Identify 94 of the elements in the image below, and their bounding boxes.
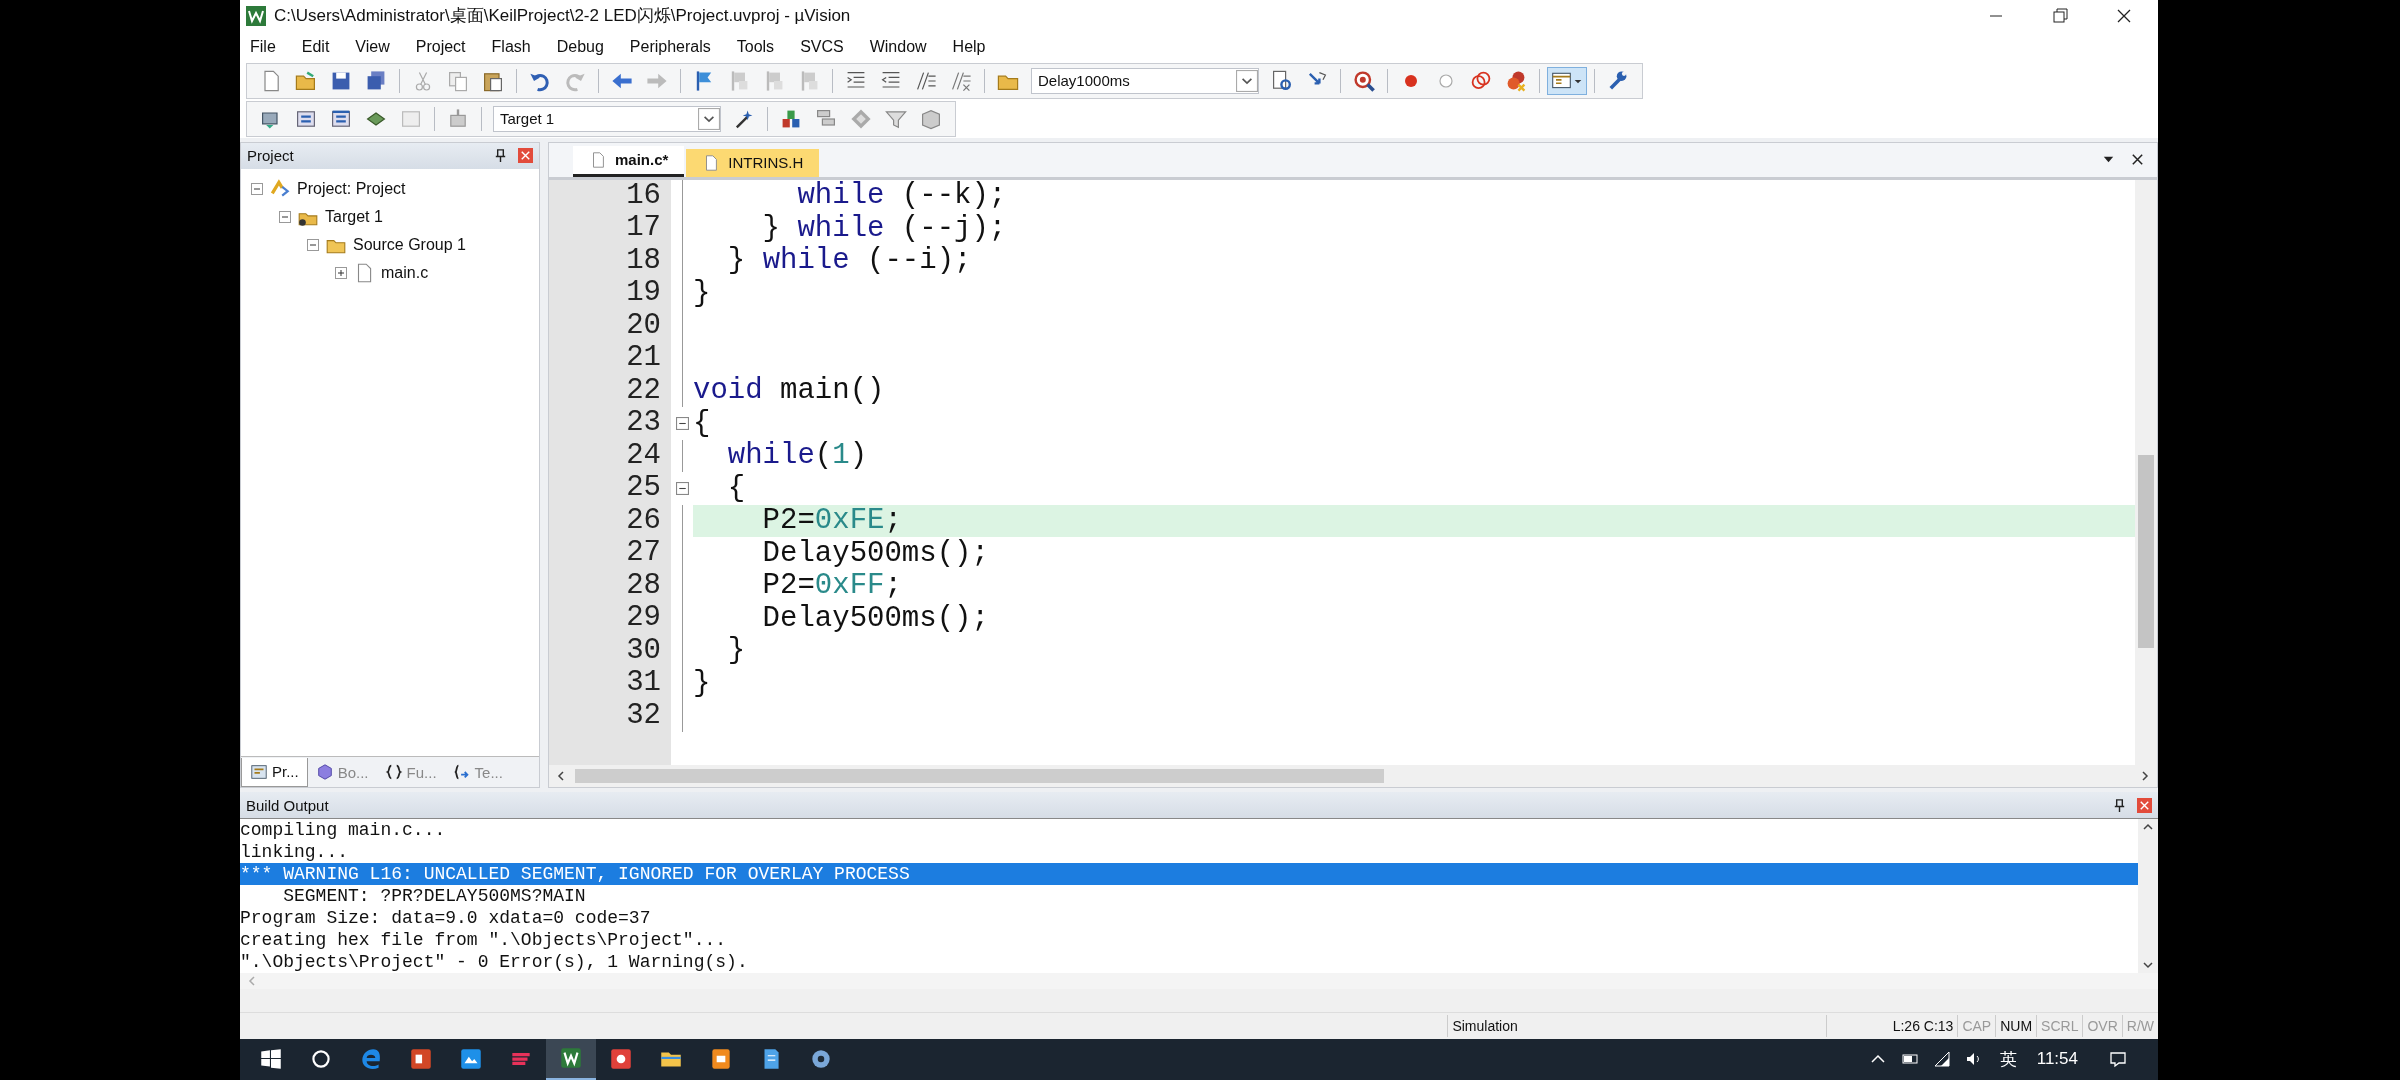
scroll-right-icon[interactable] bbox=[2139, 770, 2151, 783]
tab-label: Bo... bbox=[337, 763, 369, 781]
collapse-icon[interactable] bbox=[675, 481, 689, 495]
code-line: } bbox=[693, 666, 711, 700]
line-number: 32 bbox=[625, 699, 662, 733]
menu-item[interactable]: File bbox=[248, 37, 278, 56]
menu-item[interactable]: Edit bbox=[299, 37, 332, 56]
code-line: P2=0xFF; bbox=[761, 569, 902, 603]
line-number: 29 bbox=[625, 602, 662, 635]
braces-icon bbox=[384, 763, 403, 782]
menu-item[interactable]: View bbox=[353, 37, 392, 56]
input-language[interactable]: 英 bbox=[1999, 1048, 2017, 1071]
output-line[interactable]: linking... bbox=[240, 841, 2138, 864]
code-line: while (--k); bbox=[796, 179, 1007, 213]
code-line: Delay500ms(); bbox=[761, 536, 989, 570]
menu-item[interactable]: Window bbox=[867, 37, 929, 56]
scrollbar[interactable] bbox=[2135, 179, 2157, 766]
tab-label: Te... bbox=[474, 763, 503, 781]
scrollbar[interactable] bbox=[240, 973, 2158, 990]
tab-label: Fu... bbox=[406, 763, 437, 781]
menu-item[interactable]: Debug bbox=[554, 37, 606, 56]
template-icon bbox=[452, 763, 471, 782]
menu-item[interactable]: Peripherals bbox=[627, 37, 713, 56]
status-indicator: SCRL bbox=[2036, 1015, 2083, 1037]
status-indicator: OVR bbox=[2082, 1015, 2122, 1037]
tree-item[interactable]: Source Group 1 bbox=[353, 235, 466, 254]
line-number: 30 bbox=[625, 634, 662, 668]
file-tab[interactable]: main.c* bbox=[573, 145, 685, 177]
menu-item[interactable]: Help bbox=[950, 37, 988, 56]
line-number: 16 bbox=[625, 179, 662, 213]
dropdown-field[interactable]: Delay1000ms bbox=[1031, 67, 1259, 94]
menu-item[interactable]: SVCS bbox=[798, 37, 846, 56]
code-line: } bbox=[693, 276, 711, 310]
project-tab-icon bbox=[250, 762, 268, 781]
dropdown-field[interactable]: Target 1 bbox=[493, 105, 721, 132]
books-icon bbox=[315, 763, 334, 782]
output-line[interactable]: SEGMENT: ?PR?DELAY500MS?MAIN bbox=[240, 885, 2138, 908]
status-indicator: NUM bbox=[1995, 1015, 2037, 1037]
notification-icon[interactable] bbox=[2108, 1049, 2128, 1070]
panel-title: Build Output bbox=[246, 796, 329, 814]
menu-item[interactable]: Project bbox=[413, 37, 468, 56]
panel-tab[interactable]: Pr... bbox=[241, 757, 308, 787]
tree-item[interactable]: Project: Project bbox=[297, 179, 406, 198]
app-icon bbox=[246, 5, 266, 26]
menu-item[interactable]: Tools bbox=[734, 37, 777, 56]
code-line: } bbox=[726, 634, 746, 668]
collapse-icon[interactable] bbox=[675, 416, 689, 430]
close-icon[interactable] bbox=[2130, 152, 2145, 168]
tab-label: main.c* bbox=[615, 151, 669, 169]
code-line: while(1) bbox=[726, 439, 868, 473]
line-number: 24 bbox=[625, 439, 662, 473]
tree-item[interactable]: main.c bbox=[381, 263, 429, 282]
line-number: 17 bbox=[625, 212, 662, 245]
line-number: 31 bbox=[625, 667, 662, 700]
code-line: { bbox=[693, 406, 711, 440]
file-tab[interactable]: INTRINS.H bbox=[686, 148, 820, 177]
scroll-left-icon[interactable] bbox=[555, 770, 567, 783]
status-text: L:26 C:13 bbox=[1826, 1015, 1958, 1037]
pin-icon[interactable] bbox=[2112, 797, 2127, 813]
tab-label: Pr... bbox=[272, 763, 299, 781]
code-line: { bbox=[726, 471, 746, 505]
line-number: 22 bbox=[625, 374, 662, 408]
scrollbar[interactable] bbox=[2138, 819, 2158, 974]
pin-icon[interactable] bbox=[493, 148, 508, 164]
code-line: P2=0xFE; bbox=[761, 504, 902, 538]
line-number: 21 bbox=[625, 342, 662, 375]
menu-item[interactable]: Flash bbox=[489, 37, 533, 56]
line-number: 27 bbox=[625, 537, 662, 570]
scrollbar[interactable] bbox=[549, 765, 2157, 788]
window-title: C:\Users\Administrator\桌面\KeilProject\2-2 LED闪烁\Project.uvproj - µVision bbox=[274, 5, 851, 28]
line-number: 20 bbox=[625, 309, 662, 343]
status-indicator: CAP bbox=[1957, 1015, 1996, 1037]
tree-item[interactable]: Target 1 bbox=[325, 207, 383, 226]
line-number: 28 bbox=[625, 569, 662, 603]
code-line: } while (--i); bbox=[726, 244, 972, 278]
status-text: Simulation bbox=[1447, 1015, 1827, 1037]
panel-title: Project bbox=[247, 147, 294, 165]
line-number: 26 bbox=[625, 504, 662, 538]
code-line: Delay500ms(); bbox=[761, 601, 989, 635]
output-line[interactable]: ".\Objects\Project" - 0 Error(s), 1 Warning(s). bbox=[240, 951, 2138, 974]
window-layout-button[interactable] bbox=[1547, 66, 1587, 95]
clock[interactable]: 11:54 bbox=[2036, 1049, 2078, 1070]
line-number: 23 bbox=[625, 407, 662, 440]
output-line[interactable]: creating hex file from ".\Objects\Project"... bbox=[240, 929, 2138, 952]
tab-label: INTRINS.H bbox=[728, 154, 804, 172]
line-number: 19 bbox=[625, 277, 662, 310]
output-line[interactable]: Program Size: data=9.0 xdata=0 code=37 bbox=[240, 907, 2138, 930]
code-line: } while (--j); bbox=[761, 211, 1007, 245]
line-number: 25 bbox=[625, 472, 662, 505]
output-line[interactable]: compiling main.c... bbox=[240, 819, 2138, 842]
line-number: 18 bbox=[625, 244, 662, 278]
code-line: void main() bbox=[693, 374, 885, 408]
expand-icon[interactable] bbox=[335, 266, 347, 279]
restore-icon[interactable] bbox=[2050, 5, 2070, 26]
